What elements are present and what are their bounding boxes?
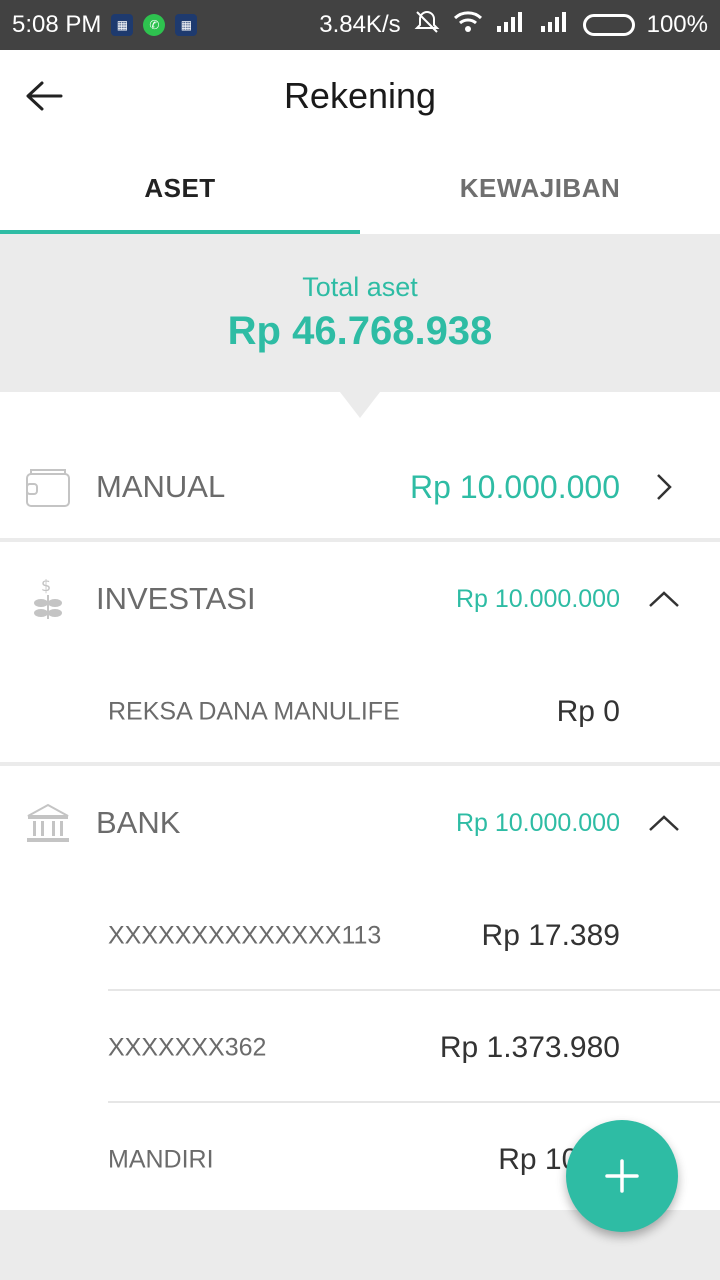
item-amount: Rp 0 bbox=[556, 695, 620, 728]
chevron-right-icon bbox=[644, 467, 684, 507]
signal-icon bbox=[495, 10, 527, 41]
whatsapp-notification-icon: ✆ bbox=[143, 14, 166, 36]
divider bbox=[108, 1101, 720, 1103]
item-amount: Rp 1.373.980 bbox=[439, 1031, 620, 1064]
signal-icon-2 bbox=[539, 10, 571, 41]
total-value: Rp 46.768.938 bbox=[227, 309, 493, 353]
battery-percent: 100% bbox=[646, 11, 708, 38]
app-bar: Rekening bbox=[0, 50, 720, 142]
back-button[interactable] bbox=[20, 74, 68, 118]
arrow-left-icon bbox=[26, 81, 63, 111]
wifi-icon bbox=[453, 10, 483, 41]
tab-kewajiban[interactable]: KEWAJIBAN bbox=[360, 142, 720, 234]
item-name: XXXXXXXXXXXXXX113 bbox=[108, 921, 382, 950]
list-item[interactable]: XXXXXXXXXXXXXX113 Rp 17.389 bbox=[0, 880, 720, 992]
section-investasi-header[interactable]: $ INVESTASI Rp 10.000.000 bbox=[0, 554, 720, 644]
item-name: MANDIRI bbox=[108, 1145, 214, 1174]
plus-icon bbox=[605, 1159, 639, 1193]
bank-icon bbox=[24, 799, 72, 847]
battery-icon bbox=[582, 14, 635, 36]
chevron-up-icon bbox=[644, 803, 684, 843]
add-account-button[interactable] bbox=[566, 1120, 678, 1232]
bbm-notification-icon-2: ▦ bbox=[175, 14, 198, 36]
section-manual-header[interactable]: MANUAL Rp 10.000.000 bbox=[0, 442, 720, 532]
item-amount: Rp 17.389 bbox=[481, 919, 620, 952]
list-item[interactable]: REKSA DANA MANULIFE Rp 0 bbox=[0, 656, 720, 768]
tab-bar: ASET KEWAJIBAN bbox=[0, 142, 720, 234]
chevron-up-icon bbox=[644, 579, 684, 619]
section-investasi: $ INVESTASI Rp 10.000.000 REKSA DANA MAN… bbox=[0, 542, 720, 762]
svg-text:$: $ bbox=[41, 577, 51, 595]
item-name: XXXXXXX362 bbox=[108, 1033, 267, 1062]
network-speed: 3.84K/s bbox=[319, 11, 401, 38]
section-investasi-amount: Rp 10.000.000 bbox=[455, 584, 620, 613]
section-manual-amount: Rp 10.000.000 bbox=[410, 468, 620, 505]
section-bank-header[interactable]: BANK Rp 10.000.000 bbox=[0, 778, 720, 868]
divider bbox=[108, 989, 720, 991]
status-bar: 5:08 PM ▦ ✆ ▦ 3.84K/s 100% bbox=[0, 0, 720, 50]
bbm-notification-icon: ▦ bbox=[111, 14, 134, 36]
status-time: 5:08 PM bbox=[12, 11, 102, 38]
wallet-icon bbox=[24, 463, 72, 511]
section-manual-name: MANUAL bbox=[96, 469, 226, 504]
mute-icon bbox=[413, 8, 441, 43]
item-name: REKSA DANA MANULIFE bbox=[108, 697, 400, 726]
page-title: Rekening bbox=[283, 75, 437, 116]
summary-pointer bbox=[340, 392, 380, 418]
list-item[interactable]: XXXXXXX362 Rp 1.373.980 bbox=[0, 992, 720, 1104]
section-investasi-name: INVESTASI bbox=[96, 581, 256, 616]
total-summary: Total aset Rp 46.768.938 bbox=[0, 234, 720, 392]
section-bank-name: BANK bbox=[96, 805, 181, 840]
section-bank-amount: Rp 10.000.000 bbox=[455, 808, 620, 837]
tab-aset[interactable]: ASET bbox=[0, 142, 360, 234]
total-label: Total aset bbox=[302, 272, 418, 302]
money-plant-icon: $ bbox=[24, 575, 72, 623]
